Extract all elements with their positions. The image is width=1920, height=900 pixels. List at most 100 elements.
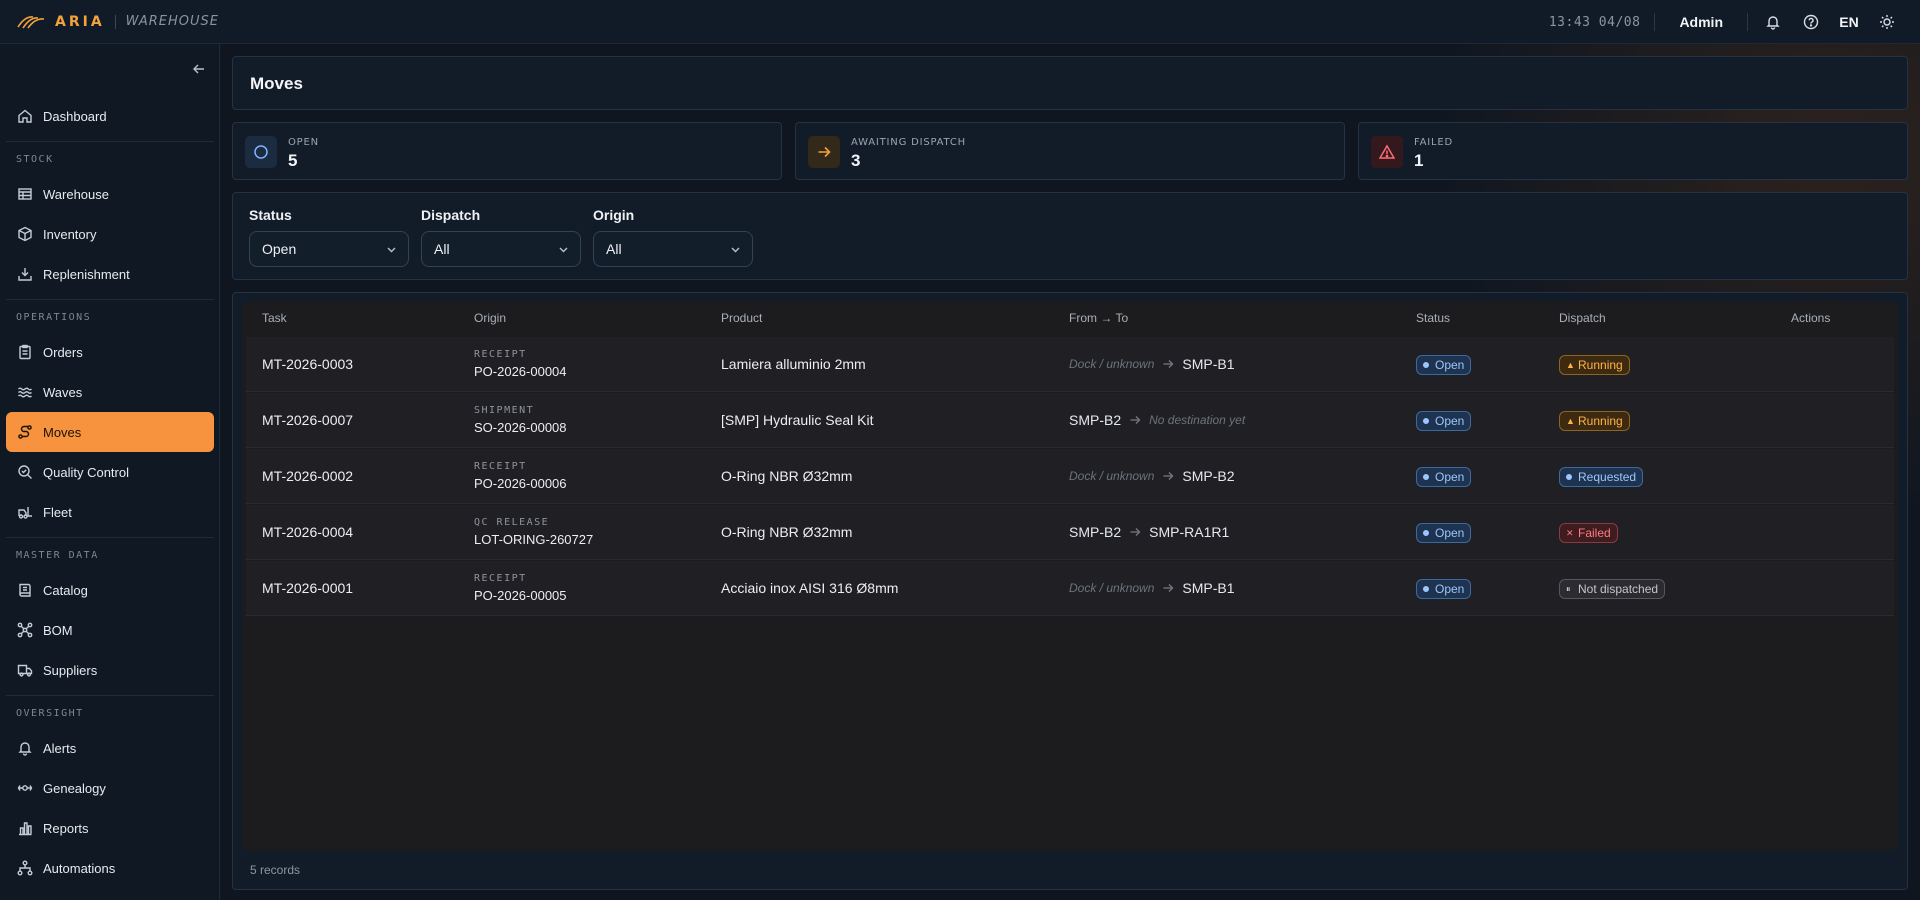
column-header-from-to[interactable]: From → To — [1069, 311, 1128, 325]
from-location: Dock / unknown — [1069, 469, 1155, 483]
status-select[interactable]: Open — [249, 231, 409, 267]
status-filter: Status Open — [249, 207, 409, 267]
sidebar-item-label: Dashboard — [43, 108, 107, 124]
notifications-button[interactable] — [1754, 0, 1792, 44]
origin-filter: Origin All — [593, 207, 753, 267]
origin-ref[interactable]: PO-2026-00005 — [474, 588, 567, 603]
origin-select[interactable]: All — [593, 231, 753, 267]
brand[interactable]: ARIA WAREHOUSE — [0, 14, 219, 30]
section-title: OVERSIGHT — [16, 708, 84, 719]
column-header-dispatch[interactable]: Dispatch — [1559, 311, 1606, 325]
sidebar-item-moves[interactable]: Moves — [6, 412, 214, 452]
chevron-down-icon — [559, 247, 568, 253]
sun-icon — [1880, 15, 1894, 29]
sidebar-item-automations[interactable]: Automations — [6, 848, 214, 888]
arrow-right-icon — [1130, 528, 1141, 536]
stat-card-awaiting-dispatch[interactable]: AWAITING DISPATCH 3 — [795, 122, 1345, 180]
sidebar: Dashboard STOCK Warehouse Inventory Repl… — [0, 44, 220, 900]
column-header-task[interactable]: Task — [262, 311, 287, 325]
sidebar-item-reports[interactable]: Reports — [6, 808, 214, 848]
help-button[interactable] — [1792, 0, 1830, 44]
stat-card-failed[interactable]: FAILED 1 — [1358, 122, 1908, 180]
table-row[interactable]: MT-2026-0002 RECEIPT PO-2026-00006 O-Ring N… — [246, 449, 1894, 504]
sidebar-item-genealogy[interactable]: Genealogy — [6, 768, 214, 808]
arrow-right-icon — [1163, 584, 1174, 592]
task-id[interactable]: MT-2026-0007 — [262, 412, 353, 428]
warning-triangle-icon — [1371, 136, 1403, 168]
status-mark-icon: ⏸ — [1566, 584, 1571, 594]
product-name: O-Ring NBR Ø32mm — [721, 468, 853, 484]
divider — [1654, 13, 1656, 31]
task-id[interactable]: MT-2026-0003 — [262, 356, 353, 372]
sidebar-item-catalog[interactable]: Catalog — [6, 570, 214, 610]
sidebar-item-replenishment[interactable]: Replenishment — [6, 254, 214, 294]
origin-ref[interactable]: PO-2026-00006 — [474, 476, 567, 491]
dispatch-filter: Dispatch All — [421, 207, 581, 267]
brand-module: WAREHOUSE — [125, 14, 220, 29]
arrow-right-icon — [808, 136, 840, 168]
task-id[interactable]: MT-2026-0001 — [262, 580, 353, 596]
column-header-product[interactable]: Product — [721, 311, 762, 325]
waves-icon — [17, 384, 33, 400]
from-location: Dock / unknown — [1069, 357, 1155, 371]
select-value: All — [606, 241, 622, 257]
status-mark-icon: ▲ — [1566, 416, 1575, 426]
user-menu[interactable]: Admin — [1679, 14, 1723, 30]
sidebar-item-label: Waves — [43, 384, 83, 400]
theme-toggle[interactable] — [1868, 0, 1906, 44]
tray-download-icon — [17, 266, 33, 282]
origin-ref[interactable]: LOT-ORING-260727 — [474, 532, 593, 547]
sidebar-item-dashboard[interactable]: Dashboard — [6, 96, 214, 136]
sidebar-item-label: Alerts — [43, 740, 77, 756]
sidebar-item-label: Warehouse — [43, 186, 109, 202]
status-badge: Open — [1416, 467, 1472, 487]
to-location: SMP-RA1R1 — [1149, 524, 1230, 540]
origin-ref[interactable]: PO-2026-00004 — [474, 364, 567, 379]
dispatch-select[interactable]: All — [421, 231, 581, 267]
arrow-right-icon — [1130, 416, 1141, 424]
table-row[interactable]: MT-2026-0001 RECEIPT PO-2026-00005 Acciaio … — [246, 561, 1894, 616]
arrow-right-icon — [1163, 360, 1174, 368]
product-name: [SMP] Hydraulic Seal Kit — [721, 412, 874, 428]
sidebar-item-inventory[interactable]: Inventory — [6, 214, 214, 254]
table-row[interactable]: MT-2026-0003 RECEIPT PO-2026-00004 Lamiera … — [246, 337, 1894, 392]
filter-bar: Status Open Dispatch All Origin All — [232, 192, 1908, 280]
record-count: 5 records — [250, 863, 301, 877]
sidebar-item-suppliers[interactable]: Suppliers — [6, 650, 214, 690]
clock: 13:43 04/08 — [1548, 14, 1641, 30]
box-icon — [17, 226, 33, 242]
chevron-down-icon — [731, 247, 740, 253]
status-mark-icon: ✕ — [1566, 528, 1574, 538]
task-id[interactable]: MT-2026-0002 — [262, 468, 353, 484]
arrow-left-icon — [193, 64, 204, 74]
column-header-origin[interactable]: Origin — [474, 311, 506, 325]
origin-ref[interactable]: SO-2026-00008 — [474, 420, 567, 435]
task-id[interactable]: MT-2026-0004 — [262, 524, 353, 540]
table-row[interactable]: MT-2026-0004 QC RELEASE LOT-ORING-260727 O-… — [246, 505, 1894, 560]
status-dot-icon — [1423, 530, 1429, 536]
sidebar-item-waves[interactable]: Waves — [6, 372, 214, 412]
sidebar-item-warehouse[interactable]: Warehouse — [6, 174, 214, 214]
section-title: MASTER DATA — [16, 550, 99, 561]
collapse-sidebar-button[interactable] — [188, 58, 210, 80]
select-value: Open — [262, 241, 297, 257]
sidebar-item-orders[interactable]: Orders — [6, 332, 214, 372]
bar-chart-icon — [17, 820, 33, 836]
language-switch[interactable]: EN — [1830, 14, 1868, 30]
brand-divider — [114, 14, 116, 29]
sidebar-item-quality-control[interactable]: Quality Control — [6, 452, 214, 492]
stat-card-open[interactable]: OPEN 5 — [232, 122, 782, 180]
stat-value: 3 — [851, 151, 861, 170]
sidebar-item-alerts[interactable]: Alerts — [6, 728, 214, 768]
status-badge: Open — [1416, 411, 1472, 431]
network-icon — [17, 622, 33, 638]
sidebar-item-fleet[interactable]: Fleet — [6, 492, 214, 532]
sidebar-nav: Dashboard STOCK Warehouse Inventory Repl… — [0, 96, 220, 888]
sidebar-item-bom[interactable]: BOM — [6, 610, 214, 650]
table-row[interactable]: MT-2026-0007 SHIPMENT SO-2026-00008 [SMP] H… — [246, 393, 1894, 448]
status-dot-icon — [1566, 474, 1572, 480]
route-icon — [17, 424, 33, 440]
status-badge: Open — [1416, 355, 1472, 375]
column-header-status[interactable]: Status — [1416, 311, 1450, 325]
sidebar-item-label: Catalog — [43, 582, 88, 598]
